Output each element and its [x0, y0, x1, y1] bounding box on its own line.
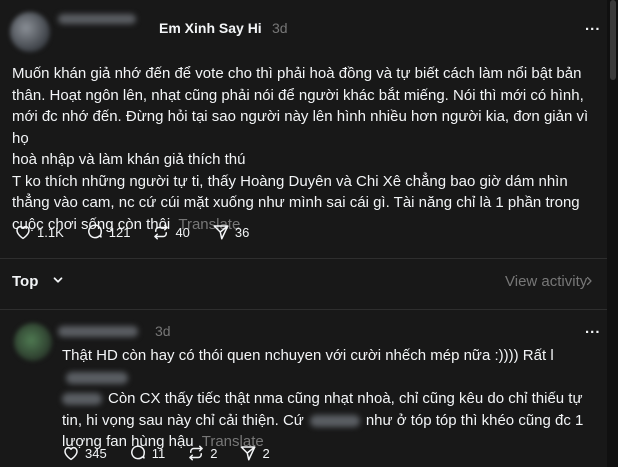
- post-line: thân. Hoạt ngôn lên, nhạt cũng phải nói …: [12, 86, 584, 104]
- reply-time[interactable]: 3d: [155, 323, 171, 339]
- scroll-thumb[interactable]: [610, 0, 616, 80]
- divider: [0, 258, 607, 259]
- repost-arrows-icon: [154, 224, 169, 240]
- post-time[interactable]: 3d: [272, 20, 288, 36]
- post-line: mới đc nhớ đến. Đừng hỏi tại sao người n…: [12, 108, 589, 147]
- chevron-right-icon[interactable]: [583, 274, 595, 288]
- repost-button[interactable]: 40: [152, 223, 190, 241]
- reply-line: Còn CX thấy tiếc thật nma cũng nhạt nhoà…: [62, 388, 602, 410]
- reply-text: Thật HD còn hay có thói quen nchuyen với…: [62, 347, 554, 364]
- reply-like-count: 345: [85, 445, 107, 461]
- post-line: T ko thích những người tự ti, thấy Hoàng…: [12, 172, 568, 190]
- reply-body: Thật HD còn hay có thói quen nchuyen với…: [62, 345, 602, 453]
- post-actions: 1.1K 121 40 36: [14, 223, 271, 241]
- redacted-text: [62, 393, 102, 406]
- redacted-text: [66, 371, 128, 384]
- reply-text: Còn CX thấy tiếc thật nma cũng nhạt nhoà…: [108, 390, 583, 407]
- reply-repost-button[interactable]: 2: [187, 444, 217, 462]
- chevron-down-icon[interactable]: [51, 273, 65, 287]
- post-line: hoà nhập và làm khán giả thích thú: [12, 151, 246, 168]
- post-username[interactable]: Em Xinh Say Hi: [159, 20, 262, 36]
- reply-avatar[interactable]: [14, 323, 52, 361]
- like-button[interactable]: 1.1K: [14, 223, 64, 241]
- reply-actions: 345 11 2 2: [62, 444, 292, 462]
- avatar[interactable]: [10, 12, 50, 52]
- repost-count: 40: [175, 224, 190, 240]
- send-paper-plane-icon: [240, 446, 256, 461]
- post-line: Muốn khán giả nhớ đến để vote cho thì ph…: [12, 65, 582, 82]
- comment-bubble-icon: [130, 445, 145, 460]
- scrollbar[interactable]: [607, 0, 618, 467]
- share-button[interactable]: 36: [212, 223, 249, 241]
- repost-arrows-icon: [189, 445, 203, 461]
- post-line: thẳng vào cam, nc cứ cúi mặt xuống như m…: [12, 194, 580, 211]
- reply-line: tin, hi vọng sau này chỉ cải thiện. Cứ nh…: [62, 410, 602, 432]
- like-count: 1.1K: [37, 224, 64, 240]
- reply-repost-count: 2: [210, 445, 218, 461]
- thread-card: Em Xinh Say Hi 3d ... Muốn khán giả nhớ …: [0, 0, 608, 467]
- reply-like-button[interactable]: 345: [62, 444, 107, 462]
- heart-icon: [64, 446, 78, 461]
- reply-share-count: 2: [262, 445, 270, 461]
- more-options-button[interactable]: ...: [585, 17, 601, 34]
- reply-text: như ở tóp tóp thì khéo cũng đc 1: [365, 411, 584, 429]
- comment-button[interactable]: 121: [86, 223, 131, 241]
- reply-text: tin, hi vọng sau này chỉ cải thiện. Cứ: [62, 411, 304, 429]
- reply-comment-button[interactable]: 11: [129, 444, 166, 462]
- comment-count: 121: [108, 224, 131, 240]
- redacted-reply-name: [58, 326, 138, 337]
- divider: [0, 309, 607, 310]
- redacted-text: [309, 414, 360, 427]
- view-activity-link[interactable]: View activity: [505, 273, 587, 290]
- sort-top-label[interactable]: Top: [12, 273, 38, 290]
- reply-more-options-button[interactable]: ...: [585, 320, 601, 337]
- heart-icon: [16, 225, 30, 240]
- reply-line: Thật HD còn hay có thói quen nchuyen với…: [62, 345, 602, 388]
- reply-share-button[interactable]: 2: [239, 444, 270, 462]
- redacted-name: [58, 14, 136, 24]
- comment-bubble-icon: [87, 224, 102, 239]
- post-body: Muốn khán giả nhớ đến để vote cho thì ph…: [12, 63, 602, 235]
- reply-comment-count: 11: [151, 445, 166, 461]
- send-paper-plane-icon: [213, 225, 229, 240]
- share-count: 36: [234, 224, 250, 240]
